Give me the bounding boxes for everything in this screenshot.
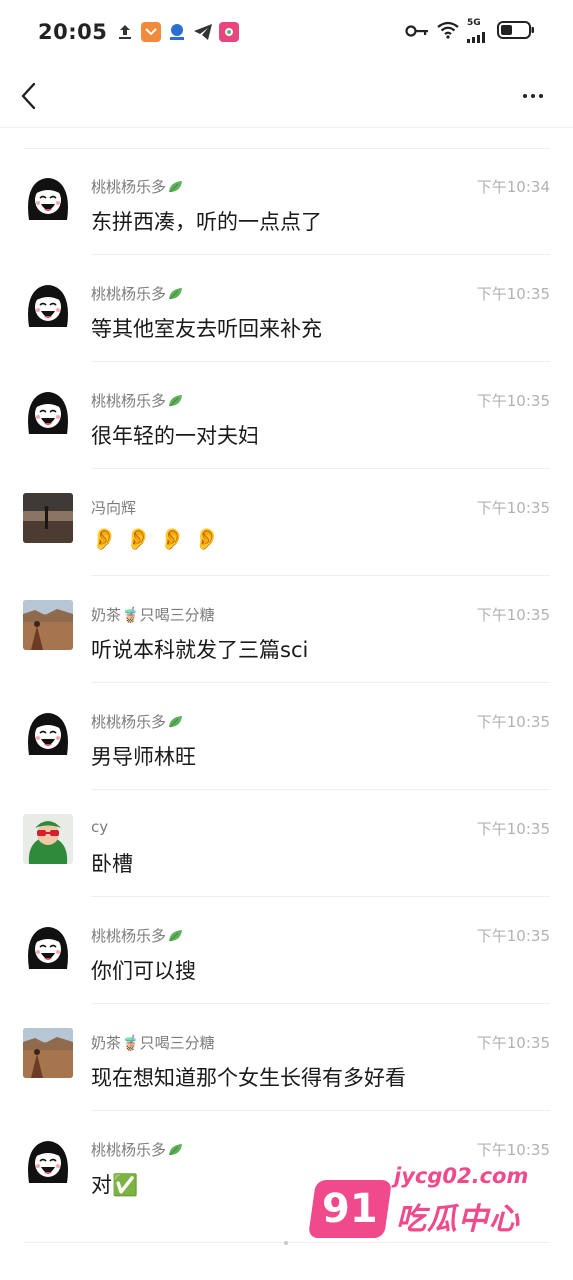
avatar[interactable]	[23, 600, 73, 650]
message-item[interactable]: 冯向辉 下午10:35 👂 👂 👂 👂	[0, 469, 573, 576]
sender-name-text: 奶茶🧋只喝三分糖	[91, 606, 215, 624]
message-text: 很年轻的一对夫妇	[91, 424, 259, 448]
avatar[interactable]	[23, 279, 73, 329]
message-text: 东拼西凑，听的一点点了	[91, 210, 322, 234]
sender-name: 桃桃杨乐多	[91, 711, 183, 732]
sender-name-text: 桃桃杨乐多	[91, 1141, 167, 1159]
ear-emoji: 👂	[193, 527, 220, 551]
message-text: 👂 👂 👂 👂	[91, 527, 220, 552]
message-time: 下午10:34	[476, 178, 550, 196]
watermark-logo: 91 jycg02.com 吃瓜中心	[307, 1158, 552, 1253]
pay-app-icon	[167, 22, 187, 42]
scroll-indicator	[284, 1241, 288, 1245]
message-time: 下午10:35	[476, 713, 550, 731]
message-time: 下午10:35	[476, 820, 550, 838]
message-time: 下午10:35	[476, 392, 550, 410]
sender-name-text: 冯向辉	[91, 499, 137, 517]
message-time: 下午10:35	[476, 285, 550, 303]
watermark-title: 吃瓜中心	[396, 1202, 520, 1237]
message-item[interactable]: 桃桃杨乐多 下午10:35 很年轻的一对夫妇	[0, 362, 573, 469]
leaf-icon	[169, 395, 183, 407]
message-text: 现在想知道那个女生长得有多好看	[91, 1066, 406, 1090]
message-item[interactable]: 桃桃杨乐多 下午10:35 等其他室友去听回来补充	[0, 255, 573, 362]
sender-name-text: 桃桃杨乐多	[91, 713, 167, 731]
message-item[interactable]: 桃桃杨乐多 下午10:34 东拼西凑，听的一点点了	[0, 148, 573, 255]
message-text: 卧槽	[91, 852, 133, 876]
upload-icon	[115, 22, 135, 42]
signal-group: 5G	[467, 18, 489, 47]
more-dot	[531, 93, 535, 98]
avatar[interactable]	[23, 493, 73, 543]
leaf-icon	[169, 288, 183, 300]
message-text: 男导师林旺	[91, 745, 196, 769]
sender-name-text: 桃桃杨乐多	[91, 178, 167, 196]
watermark-url: jycg02.com	[394, 1164, 529, 1188]
telegram-icon	[193, 22, 213, 42]
chevron-left-icon	[21, 82, 36, 109]
key-icon	[405, 23, 429, 42]
more-dot	[539, 93, 543, 98]
battery-icon	[497, 20, 535, 44]
leaf-icon	[169, 716, 183, 728]
leaf-icon	[169, 930, 183, 942]
message-item[interactable]: cy 下午10:35 卧槽	[0, 790, 573, 897]
message-time: 下午10:35	[476, 499, 550, 517]
sender-name-text: 桃桃杨乐多	[91, 392, 167, 410]
message-time: 下午10:35	[476, 927, 550, 945]
message-item[interactable]: 桃桃杨乐多 下午10:35 你们可以搜	[0, 897, 573, 1004]
avatar[interactable]	[23, 1028, 73, 1078]
ear-emoji: 👂	[91, 527, 118, 551]
message-item[interactable]: 奶茶🧋只喝三分糖 下午10:35 现在想知道那个女生长得有多好看	[0, 1004, 573, 1111]
avatar[interactable]	[23, 386, 73, 436]
avatar[interactable]	[23, 172, 73, 222]
status-time: 20:05	[38, 20, 108, 44]
sender-name: cy	[91, 818, 108, 836]
message-text: 等其他室友去听回来补充	[91, 317, 322, 341]
message-time: 下午10:35	[476, 606, 550, 624]
sender-name-text: 桃桃杨乐多	[91, 927, 167, 945]
sender-name: 奶茶🧋只喝三分糖	[91, 1032, 215, 1053]
message-time: 下午10:35	[476, 1034, 550, 1052]
watermark-badge-text: 91	[322, 1186, 378, 1232]
back-button[interactable]	[20, 76, 50, 116]
message-text: 听说本科就发了三篇sci	[91, 638, 309, 662]
wifi-icon	[437, 21, 459, 43]
message-item[interactable]: 奶茶🧋只喝三分糖 下午10:35 听说本科就发了三篇sci	[0, 576, 573, 683]
sender-name: 桃桃杨乐多	[91, 176, 183, 197]
status-notification-icons	[115, 22, 240, 42]
avatar[interactable]	[23, 1135, 73, 1185]
ear-emoji: 👂	[125, 527, 152, 551]
status-system-icons: 5G	[405, 18, 535, 47]
message-text: 对✅	[91, 1173, 139, 1197]
message-list: 桃桃杨乐多 下午10:34 东拼西凑，听的一点点了 桃桃杨乐多 下午10:35 等其他室友…	[0, 148, 573, 1218]
watermark-badge: 91	[307, 1180, 393, 1238]
more-options-button[interactable]	[513, 76, 553, 116]
message-time: 下午10:35	[476, 1141, 550, 1159]
message-item[interactable]: 桃桃杨乐多 下午10:35 男导师林旺	[0, 683, 573, 790]
more-dots-icon	[523, 93, 527, 98]
ear-emoji: 👂	[159, 527, 186, 551]
shield-app-icon	[141, 22, 162, 42]
sender-name-text: 桃桃杨乐多	[91, 285, 167, 303]
avatar[interactable]	[23, 814, 73, 864]
avatar[interactable]	[23, 921, 73, 971]
sender-name: 桃桃杨乐多	[91, 390, 183, 411]
sender-name: 桃桃杨乐多	[91, 925, 183, 946]
sender-name-text: cy	[91, 818, 109, 836]
message-text: 你们可以搜	[91, 959, 196, 983]
sender-name: 桃桃杨乐多	[91, 1139, 183, 1160]
sender-name-text: 奶茶🧋只喝三分糖	[91, 1034, 215, 1052]
top-nav-bar	[0, 64, 573, 128]
network-type: 5G	[467, 17, 481, 28]
status-bar: 20:05 5G	[0, 0, 573, 64]
signal-icon	[467, 28, 489, 47]
sender-name: 桃桃杨乐多	[91, 283, 183, 304]
leaf-icon	[169, 181, 183, 193]
leaf-icon	[169, 1144, 183, 1156]
avatar[interactable]	[23, 707, 73, 757]
sender-name: 冯向辉	[91, 497, 136, 518]
sender-name: 奶茶🧋只喝三分糖	[91, 604, 215, 625]
game-app-icon	[219, 22, 240, 42]
